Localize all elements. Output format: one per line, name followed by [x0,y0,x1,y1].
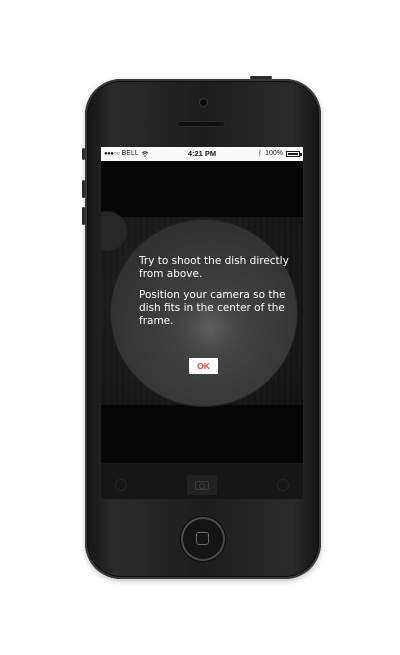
battery-icon [286,150,302,157]
bluetooth-icon: ᛒ [257,150,263,157]
home-square-icon [196,532,209,545]
battery-percent: 100% [265,150,283,157]
mute-switch [82,148,85,160]
home-button[interactable] [181,517,225,561]
camera-toolbar [101,463,303,499]
camera-icon [195,480,209,490]
status-bar: ●●●○○ BELL 4:21 PM ᛒ 100% [101,147,303,161]
flash-icon[interactable] [277,479,289,491]
preview-bottom-area [101,405,303,463]
front-camera-icon [199,98,208,107]
volume-up-button [82,180,85,198]
instruction-dialog: Try to shoot the dish directly from abov… [139,255,289,336]
earpiece-speaker [177,121,225,127]
power-button [250,76,272,79]
ok-button[interactable]: OK [189,358,218,374]
volume-down-button [82,207,85,225]
top-bar [101,161,303,217]
side-bowl [101,211,127,251]
shutter-button[interactable] [187,475,217,495]
instruction-line-1: Try to shoot the dish directly from abov… [139,255,289,280]
gallery-icon[interactable] [115,479,127,491]
instruction-line-2: Position your camera so the dish fits in… [139,289,286,327]
